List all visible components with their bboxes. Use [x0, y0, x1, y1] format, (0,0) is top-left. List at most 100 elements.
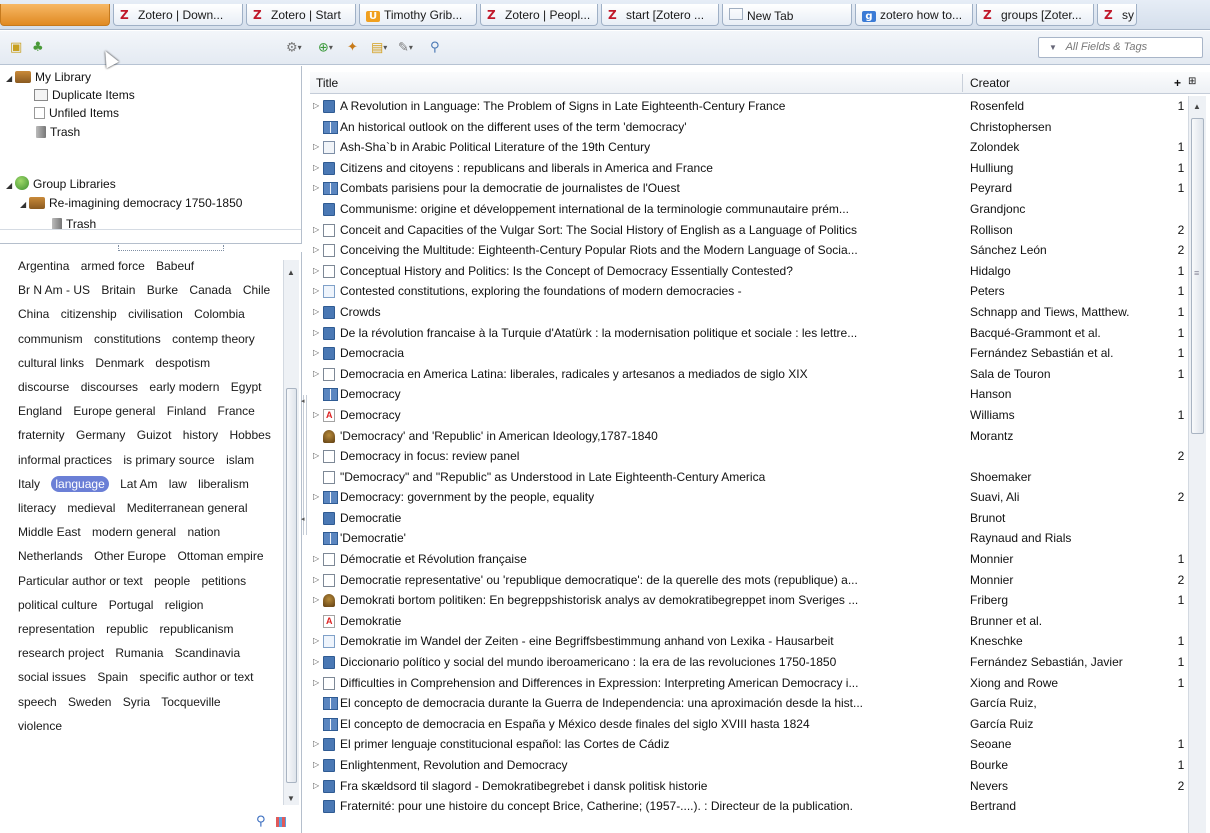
tag-item[interactable]: islam: [226, 453, 254, 467]
expand-twisty-icon[interactable]: ▷: [313, 631, 319, 652]
column-header-title[interactable]: Title: [316, 76, 338, 90]
expand-twisty-icon[interactable]: ▷: [313, 364, 319, 385]
collapse-left-icon[interactable]: ◂: [301, 515, 305, 523]
tag-item[interactable]: Rumania: [115, 646, 163, 660]
item-row[interactable]: ▷ Difficulties in Comprehension and Diffe…: [310, 673, 1188, 694]
tag-item[interactable]: Br N Am - US: [18, 283, 90, 297]
column-header-attachments[interactable]: +: [1174, 76, 1181, 90]
tag-item[interactable]: Other Europe: [94, 549, 166, 563]
item-row[interactable]: ▷ Conceptual History and Politics: Is the…: [310, 261, 1188, 282]
tag-item[interactable]: Particular author or text: [18, 574, 143, 588]
collection-group[interactable]: ◢ Re-imagining democracy 1750-1850: [20, 193, 243, 215]
expand-twisty-icon[interactable]: ◢: [6, 176, 15, 196]
item-row[interactable]: ▷ Enlightenment, Revolution and Democracy…: [310, 755, 1188, 776]
collection-unfiled-items[interactable]: Unfiled Items: [34, 103, 119, 123]
expand-twisty-icon[interactable]: ◢: [20, 195, 29, 215]
tag-item[interactable]: armed force: [81, 259, 145, 273]
tag-item[interactable]: research project: [18, 646, 104, 660]
item-row[interactable]: ▷ Democracy Williams 1: [310, 405, 1188, 426]
tag-item[interactable]: citizenship: [61, 307, 117, 321]
expand-twisty-icon[interactable]: ▷: [313, 220, 319, 241]
collapse-left-icon[interactable]: ◂: [301, 397, 305, 405]
tag-item[interactable]: early modern: [149, 380, 219, 394]
item-row[interactable]: El concepto de democracia en España y Mé…: [310, 714, 1188, 735]
browser-tab[interactable]: g zotero how to...: [855, 4, 973, 26]
item-row[interactable]: 'Democracy' and 'Republic' in American I…: [310, 426, 1188, 447]
item-row[interactable]: ▷ A Revolution in Language: The Problem o…: [310, 96, 1188, 117]
tag-item[interactable]: Syria: [123, 695, 150, 709]
scroll-up-icon[interactable]: ▲: [287, 268, 295, 277]
pane-splitter-grip[interactable]: [118, 245, 224, 251]
expand-twisty-icon[interactable]: ▷: [313, 405, 319, 426]
tag-item[interactable]: social issues: [18, 670, 86, 684]
tag-item[interactable]: representation: [18, 622, 95, 636]
tag-item[interactable]: discourses: [81, 380, 138, 394]
scroll-down-icon[interactable]: ▼: [287, 794, 295, 803]
item-row[interactable]: ▷ Démocratie et Révolution française Monni…: [310, 549, 1188, 570]
tag-item[interactable]: Burke: [147, 283, 178, 297]
tag-item[interactable]: Italy: [18, 477, 40, 491]
tag-item[interactable]: Lat Am: [120, 477, 157, 491]
expand-twisty-icon[interactable]: ▷: [313, 755, 319, 776]
tag-item[interactable]: liberalism: [198, 477, 249, 491]
item-row[interactable]: ▷ Contested constitutions, exploring the …: [310, 281, 1188, 302]
tag-item[interactable]: petitions: [201, 574, 246, 588]
browser-tab[interactable]: Z Zotero | Peopl...: [480, 4, 598, 26]
tag-item[interactable]: religion: [165, 598, 204, 612]
tag-item[interactable]: Hobbes: [229, 428, 270, 442]
collection-duplicate-items[interactable]: Duplicate Items: [34, 85, 135, 105]
new-group-icon[interactable]: ♣: [32, 39, 44, 57]
item-row[interactable]: ▷ Diccionario político y social del mundo…: [310, 652, 1188, 673]
item-row[interactable]: ▷ Conceit and Capacities of the Vulgar So…: [310, 220, 1188, 241]
item-row[interactable]: Demokratie Brunner et al.: [310, 611, 1188, 631]
tag-item[interactable]: Babeuf: [156, 259, 194, 273]
item-row[interactable]: 'Democratie' Raynaud and Rials: [310, 528, 1188, 549]
column-separator[interactable]: [962, 74, 963, 92]
tag-item[interactable]: literacy: [18, 501, 56, 515]
item-row[interactable]: Communisme: origine et développement int…: [310, 199, 1188, 220]
expand-twisty-icon[interactable]: ▷: [313, 776, 319, 797]
tag-actions-icon[interactable]: [276, 817, 286, 827]
expand-twisty-icon[interactable]: ▷: [313, 240, 319, 261]
tag-item[interactable]: contemp theory: [172, 332, 255, 346]
item-row[interactable]: ▷ Democracy in focus: review panel 2: [310, 446, 1188, 467]
tag-item[interactable]: Egypt: [231, 380, 262, 394]
tag-item[interactable]: republic: [106, 622, 148, 636]
tag-item[interactable]: speech: [18, 695, 57, 709]
expand-twisty-icon[interactable]: ▷: [313, 487, 319, 508]
tag-item[interactable]: specific author or text: [139, 670, 253, 684]
new-collection-icon[interactable]: ▣: [10, 39, 22, 57]
tag-item[interactable]: Middle East: [18, 525, 81, 539]
tag-item[interactable]: people: [154, 574, 190, 588]
note-icon[interactable]: ▤▾: [371, 39, 387, 57]
tag-item[interactable]: communism: [18, 332, 83, 346]
tag-item[interactable]: Colombia: [194, 307, 245, 321]
expand-twisty-icon[interactable]: ▷: [313, 673, 319, 694]
expand-twisty-icon[interactable]: ▷: [313, 158, 319, 179]
browser-tab[interactable]: New Tab: [722, 4, 852, 26]
tag-item[interactable]: Canada: [189, 283, 231, 297]
browser-tab[interactable]: Zstart [Zotero ...: [601, 4, 719, 26]
tag-scrollbar[interactable]: ▲ ▼: [283, 260, 299, 805]
tag-item[interactable]: history: [183, 428, 218, 442]
tag-item[interactable]: France: [218, 404, 255, 418]
tag-item[interactable]: Sweden: [68, 695, 111, 709]
tag-item[interactable]: modern general: [92, 525, 176, 539]
tag-item[interactable]: Portugal: [109, 598, 154, 612]
browser-tab[interactable]: Z Zotero | Start: [246, 4, 356, 26]
items-scrollbar[interactable]: ▲ ≡: [1188, 96, 1206, 833]
scroll-up-icon[interactable]: ▲: [1193, 102, 1201, 111]
tag-item[interactable]: republicanism: [159, 622, 233, 636]
tag-item[interactable]: Denmark: [95, 356, 144, 370]
item-row[interactable]: ▷ Demokratie im Wandel der Zeiten - eine …: [310, 631, 1188, 652]
item-row[interactable]: ▷ El primer lenguaje constitucional españ…: [310, 734, 1188, 755]
browser-tab[interactable]: Zgroups [Zoter...: [976, 4, 1094, 26]
browser-tab[interactable]: [0, 4, 110, 26]
tag-item[interactable]: Argentina: [18, 259, 69, 273]
item-row[interactable]: An historical outlook on the different u…: [310, 117, 1188, 138]
gear-icon[interactable]: ⚙▾: [286, 39, 302, 57]
tag-item[interactable]: Finland: [167, 404, 206, 418]
tag-item[interactable]: Guizot: [137, 428, 172, 442]
tag-item[interactable]: Netherlands: [18, 549, 83, 563]
item-row[interactable]: El concepto de democracia durante la Gue…: [310, 693, 1188, 714]
